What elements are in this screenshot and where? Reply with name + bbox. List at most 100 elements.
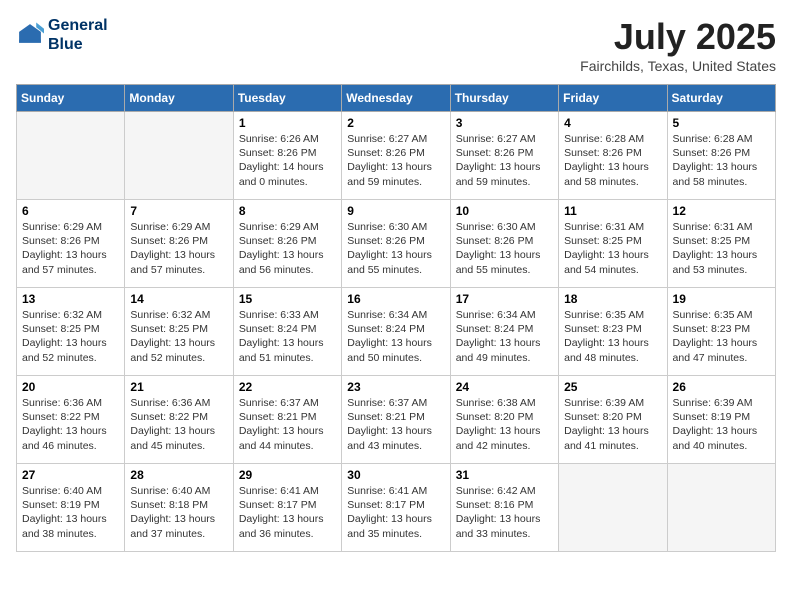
weekday-header-wednesday: Wednesday — [342, 85, 450, 112]
day-info: Sunrise: 6:42 AM Sunset: 8:16 PM Dayligh… — [456, 484, 553, 541]
day-number: 20 — [22, 380, 119, 394]
calendar-cell: 24 Sunrise: 6:38 AM Sunset: 8:20 PM Dayli… — [450, 376, 558, 464]
weekday-header-monday: Monday — [125, 85, 233, 112]
calendar-cell: 9 Sunrise: 6:30 AM Sunset: 8:26 PM Daylig… — [342, 200, 450, 288]
calendar-cell: 23 Sunrise: 6:37 AM Sunset: 8:21 PM Dayli… — [342, 376, 450, 464]
day-info: Sunrise: 6:36 AM Sunset: 8:22 PM Dayligh… — [22, 396, 119, 453]
day-number: 9 — [347, 204, 444, 218]
day-number: 7 — [130, 204, 227, 218]
calendar-cell: 21 Sunrise: 6:36 AM Sunset: 8:22 PM Dayli… — [125, 376, 233, 464]
weekday-header-friday: Friday — [559, 85, 667, 112]
calendar-cell: 17 Sunrise: 6:34 AM Sunset: 8:24 PM Dayli… — [450, 288, 558, 376]
day-number: 11 — [564, 204, 661, 218]
calendar-cell: 31 Sunrise: 6:42 AM Sunset: 8:16 PM Dayli… — [450, 464, 558, 552]
day-number: 6 — [22, 204, 119, 218]
day-number: 16 — [347, 292, 444, 306]
day-number: 18 — [564, 292, 661, 306]
calendar-cell: 8 Sunrise: 6:29 AM Sunset: 8:26 PM Daylig… — [233, 200, 341, 288]
day-info: Sunrise: 6:33 AM Sunset: 8:24 PM Dayligh… — [239, 308, 336, 365]
calendar-cell — [125, 112, 233, 200]
calendar-cell: 3 Sunrise: 6:27 AM Sunset: 8:26 PM Daylig… — [450, 112, 558, 200]
calendar-cell — [17, 112, 125, 200]
day-number: 23 — [347, 380, 444, 394]
location: Fairchilds, Texas, United States — [580, 58, 776, 74]
day-info: Sunrise: 6:36 AM Sunset: 8:22 PM Dayligh… — [130, 396, 227, 453]
day-number: 28 — [130, 468, 227, 482]
day-number: 3 — [456, 116, 553, 130]
day-number: 31 — [456, 468, 553, 482]
day-number: 17 — [456, 292, 553, 306]
calendar-cell: 26Sunrise: 6:39 AM Sunset: 8:19 PM Dayli… — [667, 376, 775, 464]
day-number: 25 — [564, 380, 661, 394]
calendar-cell: 28 Sunrise: 6:40 AM Sunset: 8:18 PM Dayli… — [125, 464, 233, 552]
day-info: Sunrise: 6:41 AM Sunset: 8:17 PM Dayligh… — [347, 484, 444, 541]
day-number: 2 — [347, 116, 444, 130]
calendar-cell: 18 Sunrise: 6:35 AM Sunset: 8:23 PM Dayli… — [559, 288, 667, 376]
day-number: 30 — [347, 468, 444, 482]
day-info: Sunrise: 6:30 AM Sunset: 8:26 PM Dayligh… — [347, 220, 444, 277]
day-info: Sunrise: 6:39 AM Sunset: 8:20 PM Dayligh… — [564, 396, 661, 453]
calendar-cell: 7 Sunrise: 6:29 AM Sunset: 8:26 PM Daylig… — [125, 200, 233, 288]
day-number: 4 — [564, 116, 661, 130]
day-number: 26 — [673, 380, 770, 394]
day-info: Sunrise: 6:35 AM Sunset: 8:23 PM Dayligh… — [564, 308, 661, 365]
day-info: Sunrise: 6:29 AM Sunset: 8:26 PM Dayligh… — [22, 220, 119, 277]
calendar-cell — [667, 464, 775, 552]
day-info: Sunrise: 6:37 AM Sunset: 8:21 PM Dayligh… — [347, 396, 444, 453]
day-info: Sunrise: 6:34 AM Sunset: 8:24 PM Dayligh… — [456, 308, 553, 365]
weekday-header-thursday: Thursday — [450, 85, 558, 112]
weekday-header-saturday: Saturday — [667, 85, 775, 112]
calendar-cell: 29 Sunrise: 6:41 AM Sunset: 8:17 PM Dayli… — [233, 464, 341, 552]
calendar-cell: 22 Sunrise: 6:37 AM Sunset: 8:21 PM Dayli… — [233, 376, 341, 464]
day-number: 21 — [130, 380, 227, 394]
day-info: Sunrise: 6:34 AM Sunset: 8:24 PM Dayligh… — [347, 308, 444, 365]
day-number: 15 — [239, 292, 336, 306]
calendar-cell: 10 Sunrise: 6:30 AM Sunset: 8:26 PM Dayli… — [450, 200, 558, 288]
day-number: 22 — [239, 380, 336, 394]
day-info: Sunrise: 6:32 AM Sunset: 8:25 PM Dayligh… — [130, 308, 227, 365]
day-number: 8 — [239, 204, 336, 218]
day-number: 14 — [130, 292, 227, 306]
weekday-header-tuesday: Tuesday — [233, 85, 341, 112]
week-row-5: 27 Sunrise: 6:40 AM Sunset: 8:19 PM Dayli… — [17, 464, 776, 552]
day-number: 19 — [673, 292, 770, 306]
day-info: Sunrise: 6:27 AM Sunset: 8:26 PM Dayligh… — [456, 132, 553, 189]
week-row-2: 6 Sunrise: 6:29 AM Sunset: 8:26 PM Daylig… — [17, 200, 776, 288]
day-number: 10 — [456, 204, 553, 218]
day-info: Sunrise: 6:40 AM Sunset: 8:19 PM Dayligh… — [22, 484, 119, 541]
calendar-cell: 27 Sunrise: 6:40 AM Sunset: 8:19 PM Dayli… — [17, 464, 125, 552]
day-info: Sunrise: 6:32 AM Sunset: 8:25 PM Dayligh… — [22, 308, 119, 365]
calendar-cell — [559, 464, 667, 552]
day-number: 12 — [673, 204, 770, 218]
calendar-cell: 6 Sunrise: 6:29 AM Sunset: 8:26 PM Daylig… — [17, 200, 125, 288]
calendar-table: SundayMondayTuesdayWednesdayThursdayFrid… — [16, 84, 776, 552]
calendar-cell: 19Sunrise: 6:35 AM Sunset: 8:23 PM Dayli… — [667, 288, 775, 376]
weekday-header-row: SundayMondayTuesdayWednesdayThursdayFrid… — [17, 85, 776, 112]
calendar-cell: 1Sunrise: 6:26 AM Sunset: 8:26 PM Daylig… — [233, 112, 341, 200]
calendar-cell: 13Sunrise: 6:32 AM Sunset: 8:25 PM Dayli… — [17, 288, 125, 376]
calendar-cell: 15 Sunrise: 6:33 AM Sunset: 8:24 PM Dayli… — [233, 288, 341, 376]
week-row-1: 1Sunrise: 6:26 AM Sunset: 8:26 PM Daylig… — [17, 112, 776, 200]
logo-icon — [16, 21, 44, 49]
day-number: 27 — [22, 468, 119, 482]
calendar-cell: 12Sunrise: 6:31 AM Sunset: 8:25 PM Dayli… — [667, 200, 775, 288]
page-header: General Blue July 2025 Fairchilds, Texas… — [16, 16, 776, 74]
calendar-cell: 14 Sunrise: 6:32 AM Sunset: 8:25 PM Dayli… — [125, 288, 233, 376]
day-info: Sunrise: 6:29 AM Sunset: 8:26 PM Dayligh… — [130, 220, 227, 277]
day-info: Sunrise: 6:40 AM Sunset: 8:18 PM Dayligh… — [130, 484, 227, 541]
day-info: Sunrise: 6:31 AM Sunset: 8:25 PM Dayligh… — [564, 220, 661, 277]
day-info: Sunrise: 6:30 AM Sunset: 8:26 PM Dayligh… — [456, 220, 553, 277]
month-year: July 2025 — [580, 16, 776, 58]
day-info: Sunrise: 6:41 AM Sunset: 8:17 PM Dayligh… — [239, 484, 336, 541]
day-number: 29 — [239, 468, 336, 482]
day-info: Sunrise: 6:29 AM Sunset: 8:26 PM Dayligh… — [239, 220, 336, 277]
week-row-4: 20 Sunrise: 6:36 AM Sunset: 8:22 PM Dayli… — [17, 376, 776, 464]
calendar-cell: 4Sunrise: 6:28 AM Sunset: 8:26 PM Daylig… — [559, 112, 667, 200]
day-info: Sunrise: 6:38 AM Sunset: 8:20 PM Dayligh… — [456, 396, 553, 453]
day-number: 24 — [456, 380, 553, 394]
calendar-cell: 2 Sunrise: 6:27 AM Sunset: 8:26 PM Daylig… — [342, 112, 450, 200]
day-info: Sunrise: 6:37 AM Sunset: 8:21 PM Dayligh… — [239, 396, 336, 453]
week-row-3: 13Sunrise: 6:32 AM Sunset: 8:25 PM Dayli… — [17, 288, 776, 376]
title-block: July 2025 Fairchilds, Texas, United Stat… — [580, 16, 776, 74]
day-info: Sunrise: 6:27 AM Sunset: 8:26 PM Dayligh… — [347, 132, 444, 189]
